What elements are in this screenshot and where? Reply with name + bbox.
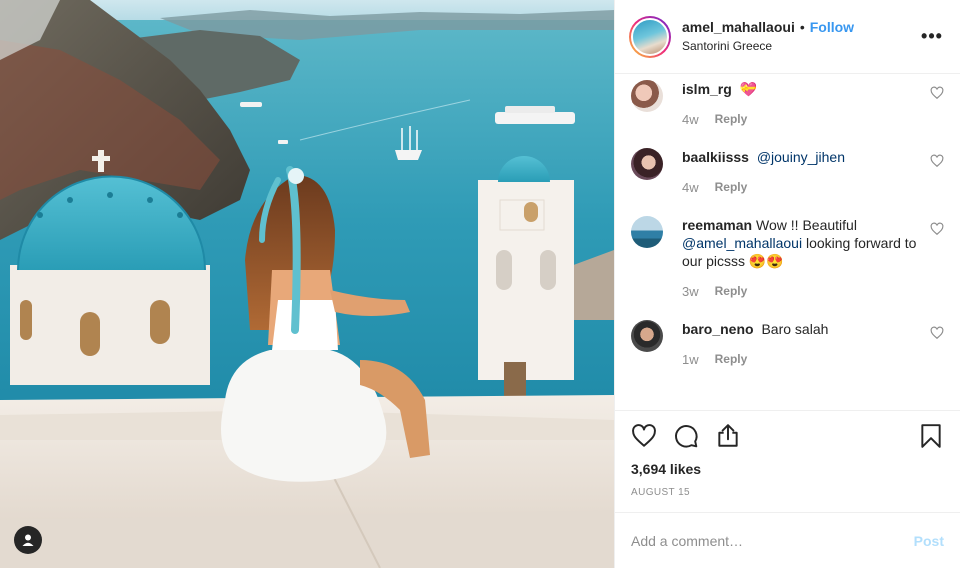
post-comment-button[interactable]: Post (914, 533, 944, 549)
author-info: amel_mahallaoui • Follow Santorini Greec… (682, 19, 920, 53)
commenter-avatar[interactable] (631, 320, 663, 352)
more-horizontal-icon[interactable]: ••• (920, 25, 944, 49)
comment-input[interactable] (631, 532, 914, 549)
comment-icon[interactable] (673, 423, 699, 449)
comments-list[interactable]: islm_rg 💝 4w Reply baalkiisss @jouiny_ji… (615, 74, 960, 410)
post-sidebar: amel_mahallaoui • Follow Santorini Greec… (614, 0, 960, 568)
tagged-users-button[interactable] (14, 526, 42, 554)
post-actions: 3,694 likes AUGUST 15 (615, 410, 960, 512)
like-comment-heart-icon[interactable] (930, 222, 944, 236)
instagram-post: amel_mahallaoui • Follow Santorini Greec… (0, 0, 960, 568)
user-icon (22, 534, 34, 546)
comment-item: baro_neno Baro salah 1w Reply (631, 314, 944, 367)
comment-text: Baro salah (761, 321, 829, 337)
author-username[interactable]: amel_mahallaoui (682, 19, 795, 36)
post-header: amel_mahallaoui • Follow Santorini Greec… (615, 0, 960, 74)
post-date[interactable]: AUGUST 15 (631, 487, 944, 512)
comment-item: baalkiisss @jouiny_jihen 4w Reply (631, 142, 944, 195)
commenter-avatar[interactable] (631, 216, 663, 248)
like-comment-heart-icon[interactable] (930, 326, 944, 340)
santorini-photo (0, 0, 614, 568)
author-avatar-image (631, 17, 669, 56)
comment-text: 💝 (739, 81, 758, 97)
comment-time[interactable]: 3w (682, 284, 699, 299)
comment-username[interactable]: reemaman (682, 217, 752, 233)
comment-time[interactable]: 4w (682, 180, 699, 195)
post-photo[interactable] (0, 0, 614, 568)
comment-time[interactable]: 1w (682, 352, 699, 367)
share-icon[interactable] (715, 423, 741, 449)
comment-text: Wow !! Beautiful (756, 217, 857, 233)
bookmark-icon[interactable] (918, 423, 944, 449)
commenter-avatar[interactable] (631, 80, 663, 112)
reply-button[interactable]: Reply (715, 284, 748, 299)
follow-button[interactable]: Follow (810, 19, 854, 36)
reply-button[interactable]: Reply (715, 112, 748, 127)
comment-time[interactable]: 4w (682, 112, 699, 127)
comment-mention[interactable]: @jouiny_jihen (757, 149, 845, 165)
heart-icon[interactable] (631, 423, 657, 449)
reply-button[interactable]: Reply (715, 180, 748, 195)
comment-username[interactable]: islm_rg (682, 81, 732, 97)
comment-username[interactable]: baalkiisss (682, 149, 749, 165)
reply-button[interactable]: Reply (715, 352, 748, 367)
commenter-avatar[interactable] (631, 148, 663, 180)
comment-item: reemaman Wow !! Beautiful @amel_mahallaou… (631, 210, 944, 299)
comment-username[interactable]: baro_neno (682, 321, 754, 337)
like-comment-heart-icon[interactable] (930, 154, 944, 168)
likes-count[interactable]: 3,694 likes (631, 461, 944, 477)
separator-dot: • (799, 19, 805, 36)
add-comment-bar: Post (615, 512, 960, 568)
comment-mention[interactable]: @amel_mahallaoui (682, 235, 802, 251)
comment-item: islm_rg 💝 4w Reply (631, 74, 944, 127)
like-comment-heart-icon[interactable] (930, 86, 944, 100)
post-location[interactable]: Santorini Greece (682, 39, 920, 53)
author-avatar[interactable] (629, 15, 671, 58)
